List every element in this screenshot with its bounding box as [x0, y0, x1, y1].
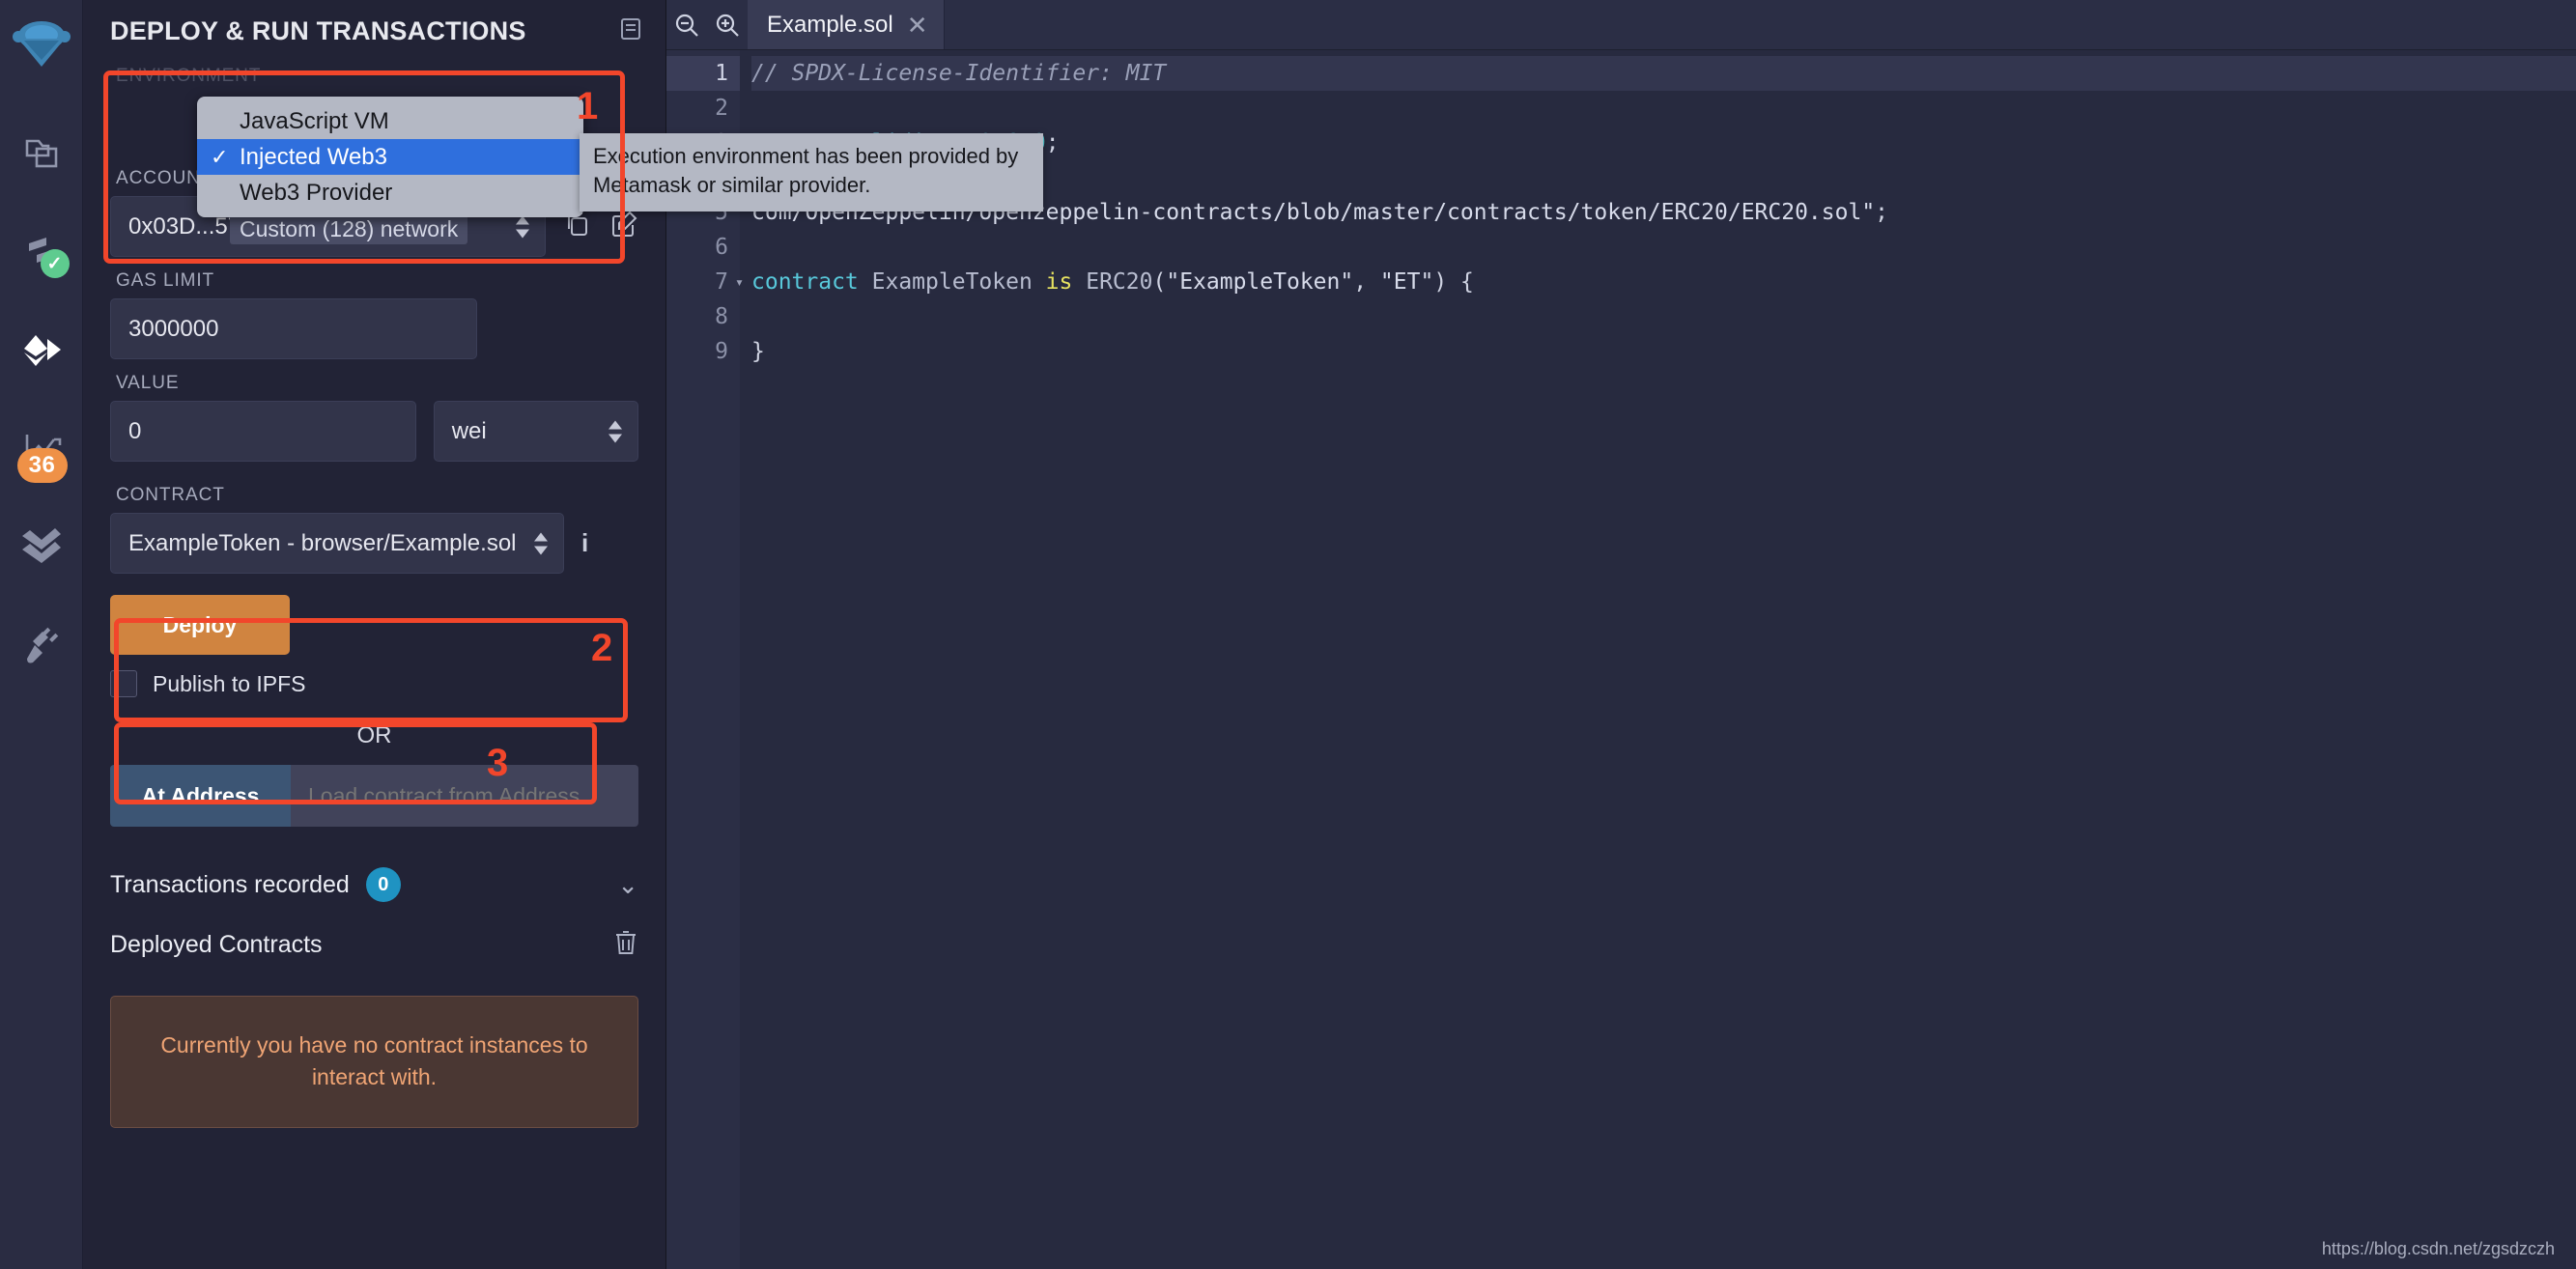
publish-ipfs-checkbox[interactable] — [110, 670, 137, 697]
sidebar-item-analysis[interactable]: 36 — [10, 417, 73, 483]
gas-limit-input[interactable]: 3000000 — [110, 298, 477, 359]
dropdown-option-injected-web3[interactable]: ✓ Injected Web3 — [197, 139, 583, 175]
code-line[interactable]: contract ExampleToken is ERC20("ExampleT… — [751, 265, 2576, 299]
at-address-button[interactable]: At Address — [110, 765, 291, 827]
copy-panel-icon[interactable] — [619, 16, 644, 46]
value-input[interactable]: 0 — [110, 401, 416, 462]
network-chip: Custom (128) network — [230, 214, 468, 244]
trash-icon[interactable] — [613, 929, 638, 961]
close-icon[interactable]: ✕ — [907, 13, 928, 38]
sidebar-item-file-explorers[interactable] — [10, 122, 73, 185]
fold-arrow-icon[interactable]: ▾ — [735, 265, 744, 299]
at-address-row: At Address — [110, 765, 638, 827]
at-address-input[interactable] — [291, 765, 638, 827]
contract-label: CONTRACT — [116, 485, 225, 505]
contract-select[interactable]: ExampleToken - browser/Example.sol — [110, 513, 564, 574]
chevron-updown-icon — [516, 215, 529, 238]
line-number: 6 — [715, 235, 728, 260]
transactions-count-badge: 0 — [365, 867, 401, 902]
zoom-out-icon[interactable] — [666, 0, 707, 49]
no-contracts-message: Currently you have no contract instances… — [110, 996, 638, 1128]
activity-bar: ✓ 36 — [0, 0, 83, 1269]
code-line[interactable]: } — [751, 334, 2576, 369]
deploy-button[interactable]: Deploy — [110, 595, 290, 655]
page-title: DEPLOY & RUN TRANSACTIONS — [110, 15, 526, 45]
line-number: 8 — [715, 304, 728, 329]
analysis-count-badge: 36 — [16, 448, 68, 483]
annotation-number-3: 3 — [487, 742, 509, 784]
code-line[interactable] — [751, 230, 2576, 265]
environment-label: ENVIRONMENT — [116, 66, 262, 86]
line-number-gutter: 1234567▾89 — [666, 50, 744, 1269]
info-icon[interactable]: i — [581, 528, 588, 558]
compiled-success-badge: ✓ — [40, 249, 70, 278]
edit-icon[interactable] — [609, 210, 638, 243]
transactions-recorded-label: Transactions recorded — [110, 870, 350, 898]
code-line[interactable] — [751, 91, 2576, 126]
line-number: 7 ▾ — [666, 265, 744, 299]
value-unit-select[interactable]: wei — [433, 401, 638, 462]
value-label: VALUE — [116, 373, 180, 393]
code-area[interactable]: 1234567▾89 // SPDX-License-Identifier: M… — [666, 50, 2576, 1269]
chevron-down-icon[interactable]: ⌄ — [617, 870, 638, 900]
code-line[interactable]: // SPDX-License-Identifier: MIT — [751, 56, 2576, 91]
transactions-recorded-row[interactable]: Transactions recorded 0 ⌄ — [110, 867, 638, 902]
sidebar-item-testing[interactable] — [10, 516, 73, 579]
editor-toolbar: Example.sol ✕ — [666, 0, 2576, 50]
line-number: 9 — [715, 339, 728, 364]
sidebar-item-deploy-run-transactions[interactable] — [10, 319, 73, 382]
environment-tooltip: Execution environment has been provided … — [580, 133, 1043, 212]
publish-ipfs-row[interactable]: Publish to IPFS — [110, 670, 638, 697]
deployed-contracts-label: Deployed Contracts — [110, 931, 323, 958]
or-separator: OR — [356, 722, 392, 748]
tab-label: Example.sol — [767, 11, 893, 38]
dropdown-option-javascript-vm[interactable]: JavaScript VM — [197, 103, 583, 139]
check-icon: ✓ — [211, 144, 229, 169]
tab-example-sol[interactable]: Example.sol ✕ — [748, 0, 945, 49]
chevron-updown-icon — [534, 532, 548, 554]
remix-logo-icon[interactable] — [10, 14, 73, 77]
contract-row: ExampleToken - browser/Example.sol i — [110, 513, 638, 574]
deploy-row: Deploy — [110, 595, 638, 655]
publish-ipfs-label: Publish to IPFS — [153, 670, 306, 696]
environment-dropdown-menu[interactable]: JavaScript VM ✓ Injected Web3 Web3 Provi… — [197, 97, 583, 217]
sidebar-item-solidity-compiler[interactable]: ✓ — [10, 220, 73, 284]
line-number: 1 — [666, 56, 740, 91]
zoom-in-icon[interactable] — [707, 0, 748, 49]
deployed-contracts-row: Deployed Contracts — [110, 929, 638, 961]
code-line[interactable] — [751, 299, 2576, 334]
sidebar-item-plugin-manager[interactable] — [10, 614, 73, 678]
dropdown-option-web3-provider[interactable]: Web3 Provider — [197, 175, 583, 211]
annotation-number-1: 1 — [577, 85, 599, 127]
watermark: https://blog.csdn.net/zgsdzczh — [2321, 1239, 2555, 1258]
value-row: 0 wei — [110, 401, 638, 462]
chevron-updown-icon — [609, 420, 622, 442]
line-number: 2 — [715, 96, 728, 121]
panel-header: DEPLOY & RUN TRANSACTIONS — [83, 0, 665, 52]
annotation-number-2: 2 — [591, 627, 613, 669]
code-content[interactable]: // SPDX-License-Identifier: MIT pragma s… — [740, 50, 2576, 1269]
gas-limit-label: GAS LIMIT — [116, 270, 215, 291]
